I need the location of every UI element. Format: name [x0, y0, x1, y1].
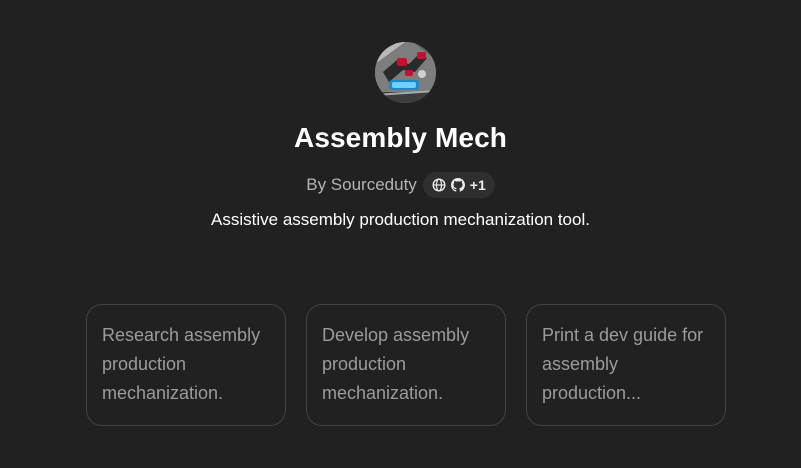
conversation-starter-text: Print a dev guide for assembly productio… [542, 325, 704, 403]
gpt-avatar [375, 42, 436, 103]
gpt-title: Assembly Mech [294, 122, 507, 153]
gpt-description: Assistive assembly production mechanizat… [211, 210, 590, 229]
robot-arm-avatar-icon [375, 42, 436, 103]
globe-icon [432, 178, 446, 192]
conversation-starter-card[interactable]: Develop assembly production mechanizatio… [306, 304, 506, 426]
author-name: By Sourceduty [306, 175, 417, 194]
extra-links-count: +1 [469, 177, 486, 193]
conversation-starter-card[interactable]: Research assembly production mechanizati… [86, 304, 286, 426]
byline: By Sourceduty +1 [0, 171, 801, 199]
conversation-starters: Research assembly production mechanizati… [86, 304, 726, 426]
conversation-starter-text: Research assembly production mechanizati… [102, 325, 261, 403]
gpt-landing: Assembly Mech By Sourceduty +1 Assistive… [0, 0, 801, 468]
author-links-pill[interactable]: +1 [422, 172, 495, 198]
conversation-starter-card[interactable]: Print a dev guide for assembly productio… [526, 304, 726, 426]
conversation-starter-text: Develop assembly production mechanizatio… [322, 325, 470, 403]
github-icon [450, 178, 465, 192]
